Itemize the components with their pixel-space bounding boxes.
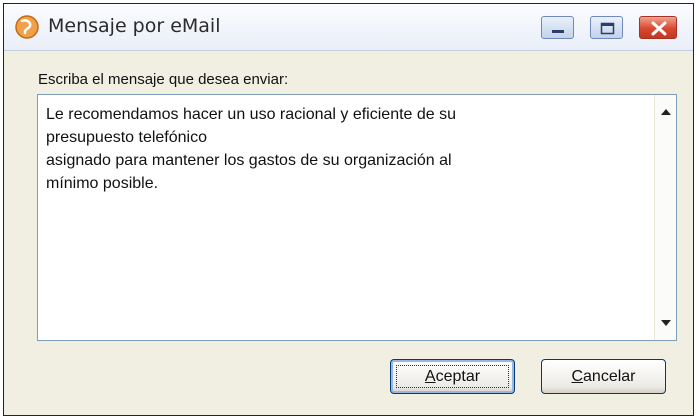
cancel-button[interactable]: Cancelar [541, 359, 666, 394]
close-button[interactable] [639, 16, 677, 39]
maximize-button[interactable] [590, 16, 623, 39]
maximize-icon [600, 22, 615, 35]
phone-app-icon [14, 14, 40, 40]
message-line: asignado para mantener los gastos de su … [46, 152, 452, 169]
message-line: presupuesto telefónico [46, 129, 207, 146]
message-text[interactable]: Le recomendamos hacer un uso racional y … [46, 103, 626, 195]
focus-rectangle [396, 365, 509, 388]
cancel-mnemonic: C [571, 368, 584, 385]
email-message-dialog: Mensaje por eMail Escriba el mensaje que… [3, 3, 694, 416]
message-textarea[interactable]: Le recomendamos hacer un uso racional y … [37, 94, 677, 341]
close-icon [651, 21, 667, 36]
minimize-button[interactable] [541, 16, 574, 39]
scroll-up-arrow-icon[interactable] [661, 109, 671, 115]
minimize-icon [552, 30, 564, 33]
accept-button[interactable]: Aceptar [390, 359, 515, 394]
cancel-label: ancelar [583, 368, 636, 385]
scroll-down-arrow-icon[interactable] [661, 320, 671, 326]
message-line: mínimo posible. [46, 175, 159, 192]
message-line: Le recomendamos hacer un uso racional y … [46, 106, 457, 123]
message-prompt-label: Escriba el mensaje que desea enviar: [38, 71, 289, 88]
window-title: Mensaje por eMail [48, 15, 221, 37]
vertical-scrollbar[interactable] [654, 95, 676, 340]
title-bar[interactable]: Mensaje por eMail [4, 4, 693, 51]
